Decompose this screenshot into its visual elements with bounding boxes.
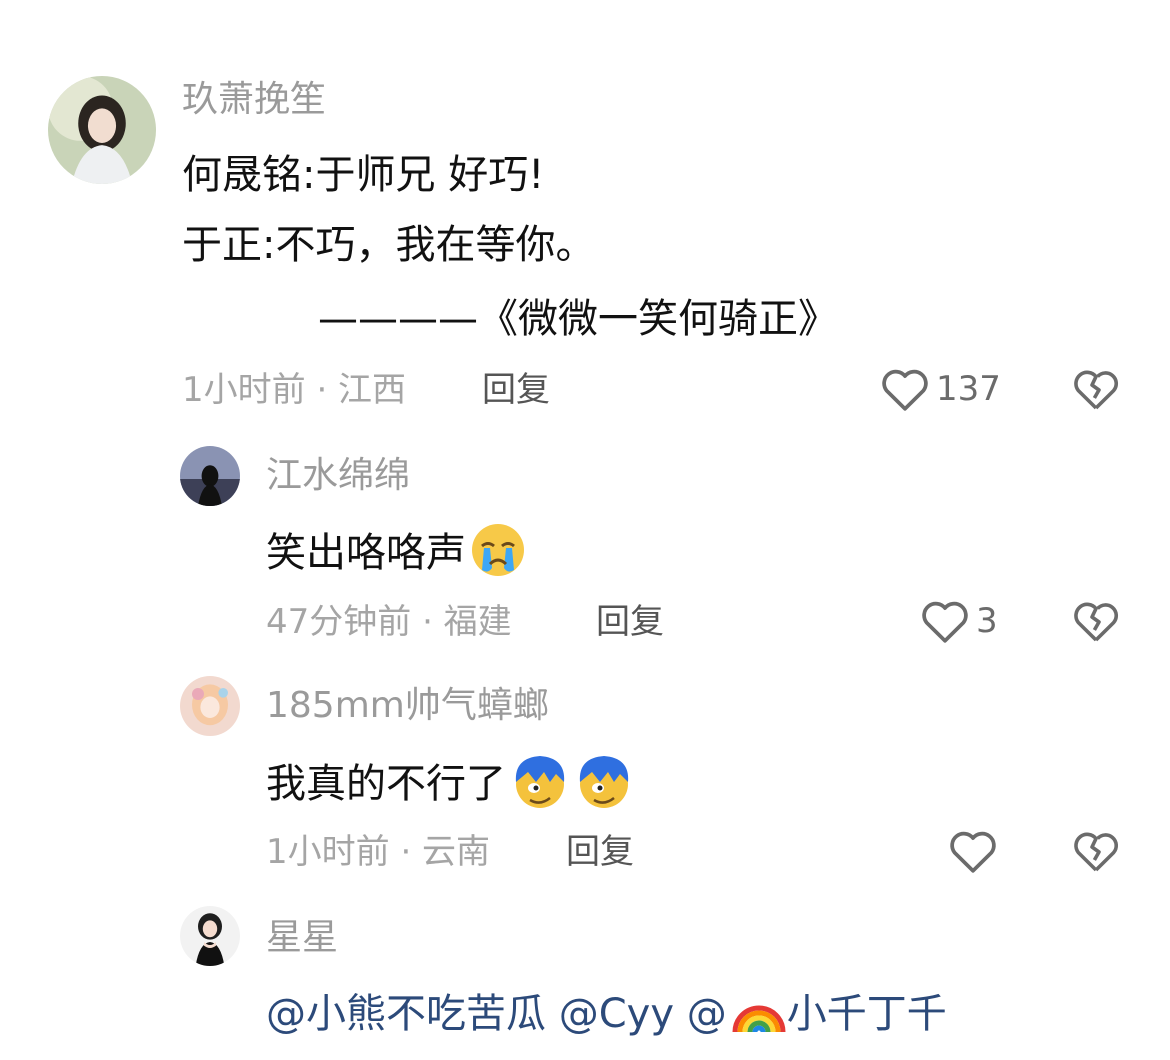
- heart-icon: [948, 828, 998, 874]
- mention-link[interactable]: @小熊不吃苦瓜: [266, 991, 546, 1037]
- mention-link[interactable]: @ 小千丁千: [687, 991, 947, 1037]
- reply-button[interactable]: 回复: [482, 370, 550, 410]
- dislike-button[interactable]: [1072, 598, 1120, 644]
- like-button[interactable]: [948, 828, 1004, 874]
- time-location: 47分钟前 · 福建: [266, 602, 512, 642]
- comment-text-line: 何晟铭:于师兄 好巧!: [182, 152, 545, 198]
- mention-link[interactable]: @Cyy: [559, 991, 674, 1037]
- reply-button[interactable]: 回复: [566, 832, 634, 872]
- comment-text: 我真的不行了: [266, 752, 634, 820]
- reply-button[interactable]: 回复: [596, 602, 664, 642]
- broken-heart-icon: [1072, 598, 1120, 644]
- avatar[interactable]: [180, 906, 240, 966]
- broken-heart-icon: [1072, 828, 1120, 874]
- heart-icon: [880, 366, 930, 412]
- comment-text: 笑出咯咯声: [266, 522, 526, 588]
- like-count: 3: [976, 601, 998, 641]
- like-count: 137: [936, 369, 1001, 409]
- blue-hair-face-emoji: [574, 752, 634, 820]
- avatar[interactable]: [180, 676, 240, 736]
- rainbow-emoji: [731, 988, 787, 1044]
- like-button[interactable]: 3: [920, 598, 998, 644]
- dislike-button[interactable]: [1072, 828, 1120, 874]
- blue-hair-face-emoji: [510, 752, 570, 820]
- username[interactable]: 星星: [266, 918, 338, 958]
- time-location: 1小时前 · 江西: [182, 370, 407, 410]
- broken-heart-icon: [1072, 366, 1120, 412]
- username[interactable]: 185mm帅气蟑螂: [266, 686, 549, 726]
- heart-icon: [920, 598, 970, 644]
- crying-face-emoji: [470, 522, 526, 588]
- dislike-button[interactable]: [1072, 366, 1120, 412]
- username[interactable]: 玖萧挽笙: [182, 80, 326, 120]
- avatar[interactable]: [48, 76, 156, 184]
- comment-text-line: ————《微微一笑何骑正》: [318, 296, 838, 342]
- avatar[interactable]: [180, 446, 240, 506]
- comment-text-line: 于正:不巧，我在等你。: [182, 222, 596, 268]
- like-button[interactable]: 137: [880, 366, 1001, 412]
- time-location: 1小时前 · 云南: [266, 832, 491, 872]
- comment-text: @小熊不吃苦瓜 @Cyy @ 小千丁千: [266, 988, 947, 1044]
- username[interactable]: 江水绵绵: [266, 456, 410, 496]
